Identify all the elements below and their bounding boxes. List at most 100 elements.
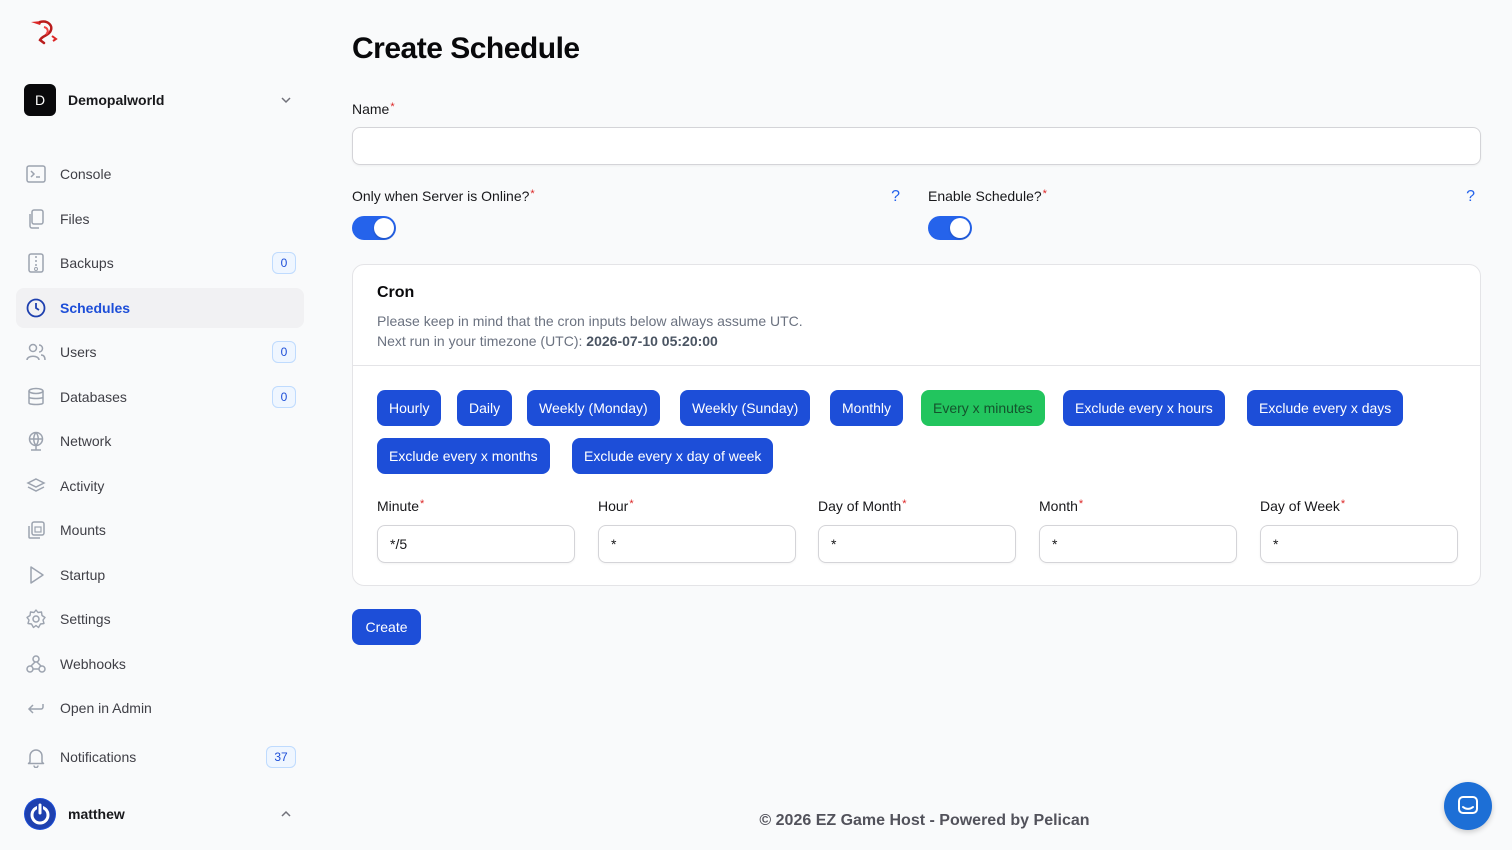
server-avatar: D bbox=[24, 84, 56, 116]
cron-header: Cron Please keep in mind that the cron i… bbox=[353, 265, 1480, 366]
preset-weekly-monday-button[interactable]: Weekly (Monday) bbox=[527, 390, 660, 426]
required-mark: * bbox=[420, 498, 425, 510]
sidebar-item-label: Activity bbox=[60, 477, 105, 494]
cron-field-day-of-week: Day of Week* * bbox=[1260, 498, 1458, 563]
preset-exclude-months-button[interactable]: Exclude every x months bbox=[377, 438, 550, 474]
hour-label-text: Hour bbox=[598, 498, 629, 514]
day-of-month-input[interactable]: * bbox=[818, 525, 1016, 563]
sidebar-item-network[interactable]: Network bbox=[16, 421, 304, 461]
server-name: Demopalworld bbox=[68, 92, 165, 108]
preset-weekly-sunday-button[interactable]: Weekly (Sunday) bbox=[680, 390, 811, 426]
sidebar-item-backups[interactable]: Backups 0 bbox=[16, 243, 304, 283]
sidebar-item-startup[interactable]: Startup bbox=[16, 555, 304, 595]
play-icon bbox=[24, 563, 48, 587]
day-of-month-label: Day of Month* bbox=[818, 498, 1016, 514]
sidebar-item-schedules[interactable]: Schedules bbox=[16, 287, 304, 328]
next-run-value: 2026-07-10 05:20:00 bbox=[586, 333, 718, 349]
layers-icon bbox=[24, 474, 48, 498]
only-online-label: Only when Server is Online?* bbox=[352, 188, 900, 204]
day-of-week-input[interactable]: * bbox=[1260, 525, 1458, 563]
sidebar-item-webhooks[interactable]: Webhooks bbox=[16, 644, 304, 684]
enable-schedule-label: Enable Schedule?* bbox=[928, 188, 1475, 204]
sidebar-item-open-in-admin[interactable]: Open in Admin bbox=[16, 688, 304, 728]
sidebar-item-label: Mounts bbox=[60, 522, 106, 538]
toggle-knob bbox=[950, 218, 970, 238]
cron-field-minute: Minute* */5 bbox=[377, 498, 575, 563]
sidebar-item-label: Console bbox=[60, 166, 112, 182]
count-badge: 37 bbox=[266, 746, 296, 768]
cron-field-month: Month* * bbox=[1039, 498, 1237, 563]
footer-text: © 2026 EZ Game Host - Powered by Pelican bbox=[759, 812, 1090, 829]
sidebar-item-label: Notifications bbox=[60, 749, 137, 765]
sidebar-item-label: Files bbox=[60, 210, 90, 227]
name-label: Name* bbox=[352, 101, 395, 117]
cron-card: Cron Please keep in mind that the cron i… bbox=[352, 264, 1481, 586]
sidebar-item-console[interactable]: Console bbox=[16, 154, 304, 194]
sidebar-item-settings[interactable]: Settings bbox=[16, 599, 304, 639]
sidebar-item-mounts[interactable]: Mounts bbox=[16, 510, 304, 550]
required-mark: * bbox=[1042, 188, 1047, 200]
sidebar-item-notifications[interactable]: Notifications 37 bbox=[16, 737, 304, 777]
enable-schedule-label-text: Enable Schedule? bbox=[928, 188, 1042, 204]
only-online-label-text: Only when Server is Online? bbox=[352, 188, 530, 204]
only-online-setting: Only when Server is Online?* ? bbox=[352, 188, 900, 240]
user-name: matthew bbox=[68, 806, 125, 822]
notifications-section: Notifications 37 bbox=[16, 737, 304, 782]
sidebar-item-label: Settings bbox=[60, 611, 111, 627]
required-mark: * bbox=[902, 498, 907, 510]
sidebar-item-files[interactable]: Files bbox=[16, 199, 304, 239]
sidebar-item-activity[interactable]: Activity bbox=[16, 466, 304, 506]
sidebar-item-databases[interactable]: Databases 0 bbox=[16, 377, 304, 417]
globe-icon bbox=[24, 429, 48, 453]
help-icon[interactable]: ? bbox=[891, 188, 900, 206]
cron-title: Cron bbox=[377, 284, 415, 301]
count-badge: 0 bbox=[272, 385, 296, 408]
chat-widget-button[interactable] bbox=[1444, 782, 1492, 830]
minute-label-text: Minute bbox=[377, 498, 420, 514]
sidebar-item-users[interactable]: Users 0 bbox=[16, 332, 304, 372]
month-label: Month* bbox=[1039, 498, 1237, 514]
required-mark: * bbox=[1340, 498, 1346, 510]
preset-exclude-day-of-week-button[interactable]: Exclude every x day of week bbox=[572, 438, 774, 474]
preset-exclude-hours-button[interactable]: Exclude every x hours bbox=[1063, 390, 1225, 426]
sidebar: D Demopalworld Console Files Backups 0 S… bbox=[0, 0, 320, 850]
preset-monthly-button[interactable]: Monthly bbox=[830, 390, 904, 426]
preset-hourly-button[interactable]: Hourly bbox=[377, 390, 442, 426]
required-mark: * bbox=[530, 188, 535, 200]
next-run-prefix: Next run in your timezone (UTC): bbox=[377, 333, 587, 349]
enable-schedule-toggle[interactable] bbox=[928, 216, 972, 240]
files-icon bbox=[24, 207, 48, 231]
minute-input[interactable]: */5 bbox=[377, 525, 575, 563]
bell-icon bbox=[24, 745, 48, 769]
dragon-logo-icon[interactable] bbox=[28, 18, 60, 46]
sidebar-item-label: Users bbox=[60, 344, 97, 360]
month-input[interactable]: * bbox=[1039, 525, 1237, 563]
user-menu[interactable]: matthew bbox=[24, 797, 300, 831]
users-icon bbox=[24, 340, 48, 364]
server-switcher[interactable]: D Demopalworld bbox=[24, 84, 300, 116]
preset-daily-button[interactable]: Daily bbox=[457, 390, 513, 426]
archive-icon bbox=[24, 251, 48, 275]
toggle-knob bbox=[374, 218, 394, 238]
day-of-week-label-text: Day of Week bbox=[1260, 498, 1340, 514]
day-of-month-label-text: Day of Month bbox=[818, 498, 902, 514]
cron-desc-line1: Please keep in mind that the cron inputs… bbox=[377, 313, 803, 329]
preset-every-x-minutes-button[interactable]: Every x minutes bbox=[921, 390, 1045, 426]
name-field[interactable] bbox=[352, 127, 1481, 165]
return-arrow-icon bbox=[24, 696, 48, 720]
sidebar-item-label: Schedules bbox=[60, 299, 131, 316]
terminal-icon bbox=[24, 162, 48, 186]
sidebar-nav: Console Files Backups 0 Schedules Users … bbox=[16, 154, 304, 733]
preset-exclude-days-button[interactable]: Exclude every x days bbox=[1247, 390, 1404, 426]
avatar bbox=[24, 798, 56, 830]
help-icon[interactable]: ? bbox=[1466, 188, 1475, 206]
minute-label: Minute* bbox=[377, 498, 575, 514]
count-badge: 0 bbox=[272, 341, 296, 363]
only-online-toggle[interactable] bbox=[352, 216, 396, 240]
create-button[interactable]: Create bbox=[352, 609, 421, 645]
cron-desc-line2: Next run in your timezone (UTC): 2026-07… bbox=[377, 331, 1456, 351]
sidebar-item-label: Startup bbox=[60, 566, 106, 583]
cron-field-hour: Hour* * bbox=[598, 498, 796, 563]
chat-icon bbox=[1458, 796, 1478, 814]
hour-input[interactable]: * bbox=[598, 525, 796, 563]
